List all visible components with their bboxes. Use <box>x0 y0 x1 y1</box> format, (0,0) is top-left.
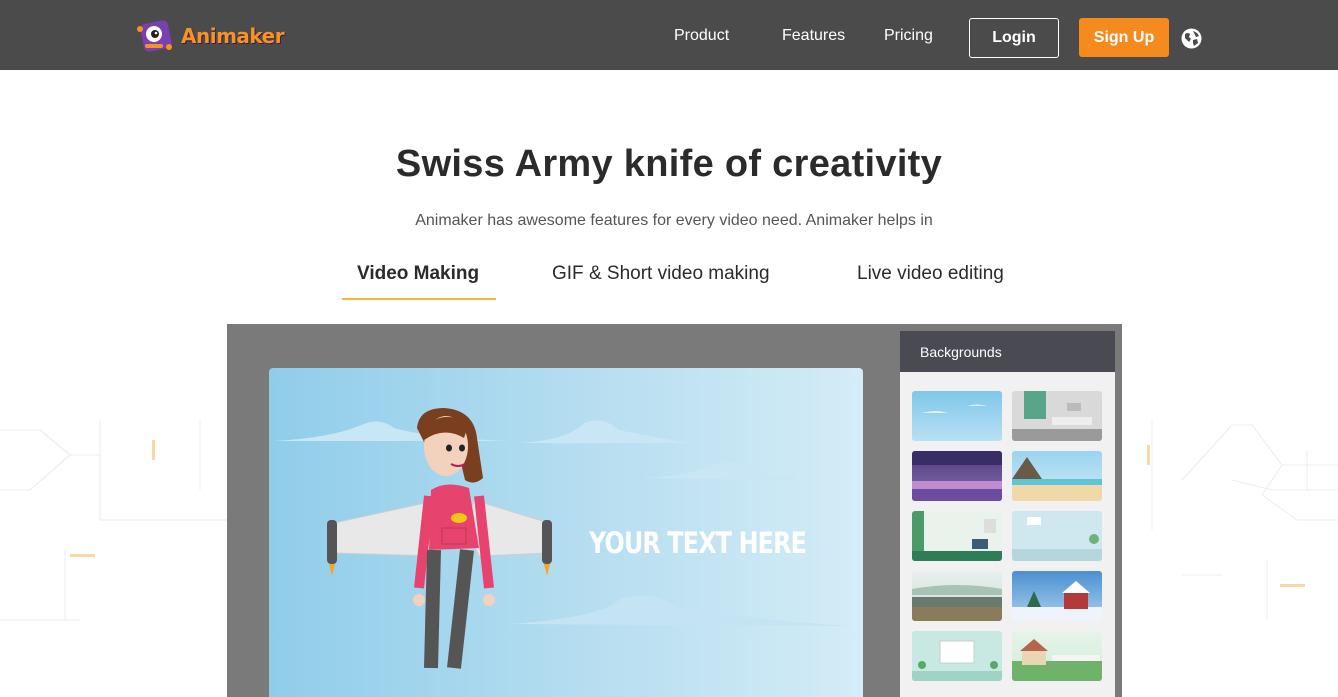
background-thumb-presentation[interactable] <box>912 631 1002 681</box>
background-thumb-purple-city[interactable] <box>912 451 1002 501</box>
nav-pricing[interactable]: Pricing <box>884 27 933 45</box>
video-canvas[interactable]: YOUR TEXT HERE <box>269 368 863 697</box>
page-title: Swiss Army knife of creativity <box>395 143 943 185</box>
background-thumb-office[interactable] <box>1012 511 1102 561</box>
background-thumb-garden[interactable] <box>1012 631 1102 681</box>
globe-icon[interactable] <box>1181 28 1202 49</box>
logo-text: Animaker <box>181 24 285 48</box>
login-button[interactable]: Login <box>969 18 1059 58</box>
background-thumb-beach[interactable] <box>1012 451 1102 501</box>
decorative-lines-right <box>1147 420 1338 620</box>
background-thumb-green-room[interactable] <box>912 511 1002 561</box>
canvas-text-placeholder[interactable]: YOUR TEXT HERE <box>589 526 807 560</box>
editor-preview: YOUR TEXT HERE Backgrounds <box>227 324 1122 697</box>
animaker-mascot-icon <box>137 20 172 52</box>
tab-live-video-editing[interactable]: Live video editing <box>857 263 1004 285</box>
active-tab-underline <box>342 298 496 300</box>
background-thumb-room[interactable] <box>1012 391 1102 441</box>
nav-features[interactable]: Features <box>782 27 845 45</box>
background-thumb-sky[interactable] <box>912 391 1002 441</box>
page-subtitle: Animaker has awesome features for every … <box>415 212 933 229</box>
top-navbar: Animaker Product Features Pricing Login … <box>0 0 1338 70</box>
tab-video-making[interactable]: Video Making <box>357 263 479 285</box>
animaker-logo[interactable]: Animaker <box>135 16 285 56</box>
nav-product[interactable]: Product <box>674 27 729 45</box>
signup-button[interactable]: Sign Up <box>1079 18 1169 57</box>
decorative-lines-left <box>0 420 227 621</box>
tab-gif-short-video[interactable]: GIF & Short video making <box>552 263 770 285</box>
background-thumb-snow-house[interactable] <box>1012 571 1102 621</box>
backgrounds-panel: Backgrounds <box>900 331 1115 697</box>
backgrounds-panel-title: Backgrounds <box>900 331 1115 372</box>
background-thumb-road[interactable] <box>912 571 1002 621</box>
